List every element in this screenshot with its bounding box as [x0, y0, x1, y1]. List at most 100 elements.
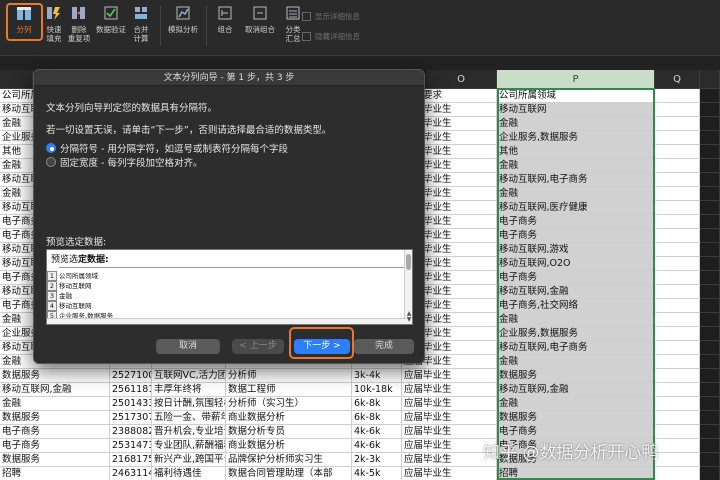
table-cell[interactable] [655, 313, 700, 327]
table-cell[interactable] [700, 369, 720, 383]
table-cell[interactable]: 数据服务 [0, 411, 110, 425]
table-cell[interactable]: 招聘 [497, 467, 655, 480]
table-cell[interactable] [700, 383, 720, 397]
table-cell[interactable] [700, 159, 720, 173]
scrollbar-thumb[interactable] [406, 254, 411, 270]
table-cell[interactable]: 其他 [497, 145, 655, 159]
table-cell[interactable] [700, 131, 720, 145]
table-cell[interactable] [655, 159, 700, 173]
table-cell[interactable] [700, 145, 720, 159]
table-cell[interactable]: 金融 [497, 117, 655, 131]
table-cell[interactable] [655, 355, 700, 369]
table-cell[interactable]: 丰厚年终将 [152, 383, 226, 397]
table-cell[interactable]: 数据服务 [497, 369, 655, 383]
table-cell[interactable]: 应届毕业生 [402, 397, 497, 411]
table-cell[interactable] [655, 187, 700, 201]
table-cell[interactable]: 数据合同管理助理（本部 [226, 467, 352, 480]
table-cell[interactable]: 企业服务,数据服务 [497, 131, 655, 145]
table-cell[interactable]: 2501433 [110, 397, 152, 411]
table-cell[interactable] [700, 453, 720, 467]
table-cell[interactable]: 应届毕业生 [402, 411, 497, 425]
table-cell[interactable]: 电子商务 [0, 439, 110, 453]
table-cell[interactable]: 招聘 [0, 467, 110, 480]
column-header-o[interactable]: O [426, 70, 497, 89]
subtotal-button[interactable]: 分类 汇总 [282, 4, 304, 43]
column-header[interactable] [700, 70, 720, 89]
table-cell[interactable]: 2527100 [110, 369, 152, 383]
table-cell[interactable] [700, 285, 720, 299]
table-cell[interactable]: 2463114 [110, 467, 152, 480]
table-cell[interactable] [655, 299, 700, 313]
table-cell[interactable]: 2531473 [110, 439, 152, 453]
table-cell[interactable] [700, 425, 720, 439]
column-header-p[interactable]: P [497, 70, 655, 89]
preview-vertical-scrollbar[interactable]: ▲ ▼ [404, 250, 412, 324]
table-cell[interactable]: 金融 [497, 355, 655, 369]
table-cell[interactable] [700, 173, 720, 187]
table-cell[interactable] [655, 215, 700, 229]
table-cell[interactable] [655, 285, 700, 299]
table-cell[interactable]: 公司所属领域 [497, 89, 655, 103]
table-cell[interactable]: 2561181 [110, 383, 152, 397]
table-cell[interactable] [655, 327, 700, 341]
table-cell[interactable]: 五险一金、带薪年假 [152, 411, 226, 425]
table-cell[interactable]: 晋升机会,专业培训, [152, 425, 226, 439]
column-header-q[interactable]: Q [655, 70, 700, 89]
table-cell[interactable]: 10k-18k [352, 383, 402, 397]
table-cell[interactable]: 金融 [497, 159, 655, 173]
table-cell[interactable] [655, 243, 700, 257]
table-cell[interactable]: 移动互联网,电子商务 [497, 173, 655, 187]
table-cell[interactable]: 移动互联网,金融 [0, 383, 110, 397]
table-cell[interactable]: 应届毕业生 [402, 383, 497, 397]
table-cell[interactable]: 电子商务 [497, 229, 655, 243]
table-cell[interactable] [655, 341, 700, 355]
table-cell[interactable]: 移动互联网,金融 [497, 285, 655, 299]
table-cell[interactable]: 品牌保护分析师实习生 [226, 453, 352, 467]
table-cell[interactable] [700, 89, 720, 103]
table-cell[interactable] [655, 439, 700, 453]
table-cell[interactable]: 应届毕业生 [402, 467, 497, 480]
table-cell[interactable] [655, 425, 700, 439]
table-cell[interactable]: 2517307 [110, 411, 152, 425]
finish-button[interactable]: 完成 [354, 339, 414, 354]
table-cell[interactable] [700, 257, 720, 271]
scroll-down-icon[interactable]: ▼ [405, 316, 412, 323]
consolidate-button[interactable]: 合并 计算 [131, 4, 151, 43]
table-cell[interactable] [700, 201, 720, 215]
table-cell[interactable]: 移动互联网,游戏 [497, 243, 655, 257]
table-cell[interactable] [655, 369, 700, 383]
table-cell[interactable] [700, 313, 720, 327]
table-cell[interactable]: 数据服务 [0, 453, 110, 467]
table-cell[interactable]: 企业服务,数据服务 [497, 327, 655, 341]
table-cell[interactable]: 福利待遇佳 [152, 467, 226, 480]
text-to-columns-button[interactable]: 分列 [9, 4, 39, 34]
table-cell[interactable]: 分析师（实习生） [226, 397, 352, 411]
table-cell[interactable]: 电子商务 [0, 425, 110, 439]
preview-panel[interactable]: 预览选定数据: 1 公司所属领域 2 移动互联网 3 金融 4 移动互联网 5 企业服务,数据服务… [46, 249, 413, 325]
table-cell[interactable] [655, 383, 700, 397]
table-cell[interactable] [700, 411, 720, 425]
table-cell[interactable]: 移动互联网 [497, 103, 655, 117]
data-validation-button[interactable]: 数据验证 [94, 4, 128, 34]
table-cell[interactable]: 互联网VC,活力团队, [152, 369, 226, 383]
fixed-width-option[interactable]: 固定宽度 - 每列字段加空格对齐。 [46, 155, 202, 169]
table-cell[interactable] [655, 453, 700, 467]
table-cell[interactable]: 移动互联网,金融 [497, 383, 655, 397]
table-cell[interactable] [655, 173, 700, 187]
table-cell[interactable]: 电子商务 [497, 271, 655, 285]
table-cell[interactable]: 分析师 [226, 369, 352, 383]
table-cell[interactable] [700, 215, 720, 229]
table-cell[interactable]: 专业团队,薪酬福利 [152, 439, 226, 453]
table-cell[interactable]: 商业数据分析 [226, 439, 352, 453]
table-cell[interactable]: 电子商务,社交网络 [497, 299, 655, 313]
remove-duplicates-button[interactable]: 删除 重复项 [67, 4, 91, 43]
table-cell[interactable]: 6k-8k [352, 397, 402, 411]
table-cell[interactable] [700, 355, 720, 369]
group-button[interactable]: 组合 [213, 4, 237, 34]
table-cell[interactable] [655, 89, 700, 103]
table-cell[interactable]: 应届毕业生 [402, 425, 497, 439]
table-cell[interactable]: 数据服务 [0, 369, 110, 383]
table-cell[interactable] [655, 103, 700, 117]
table-cell[interactable] [655, 201, 700, 215]
cancel-button[interactable]: 取消 [156, 339, 220, 354]
